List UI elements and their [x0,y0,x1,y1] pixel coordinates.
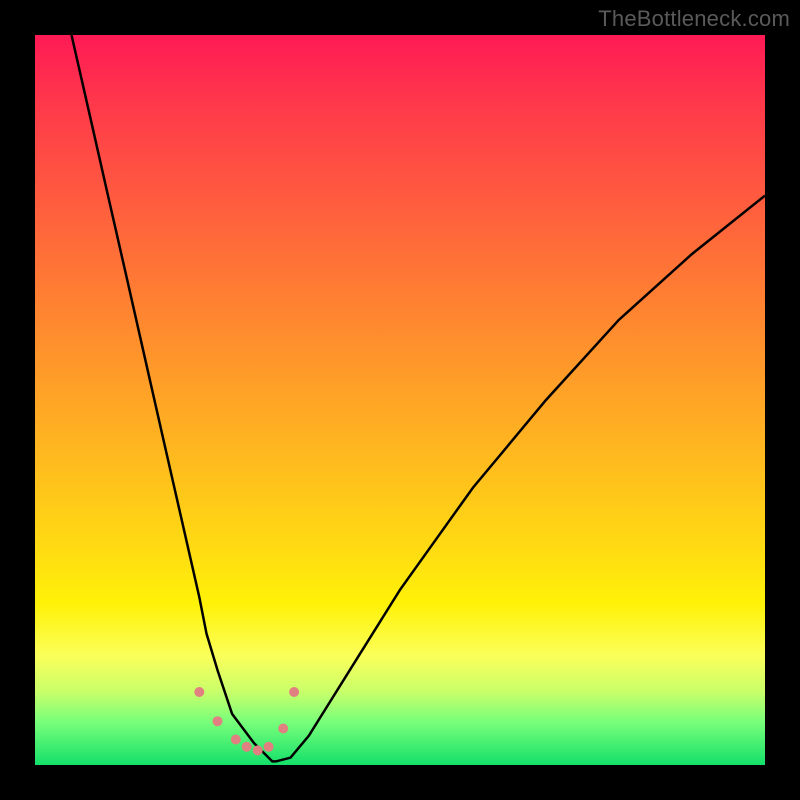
chart-frame: TheBottleneck.com [0,0,800,800]
plot-area [35,35,765,765]
marker-dot [194,687,204,697]
bottom-markers [194,687,299,755]
marker-dot [253,745,263,755]
marker-dot [278,724,288,734]
marker-dot [289,687,299,697]
marker-dot [231,735,241,745]
bottleneck-curve [72,35,766,761]
curve-svg [35,35,765,765]
marker-dot [242,742,252,752]
marker-dot [264,742,274,752]
watermark-text: TheBottleneck.com [598,6,790,32]
marker-dot [213,716,223,726]
